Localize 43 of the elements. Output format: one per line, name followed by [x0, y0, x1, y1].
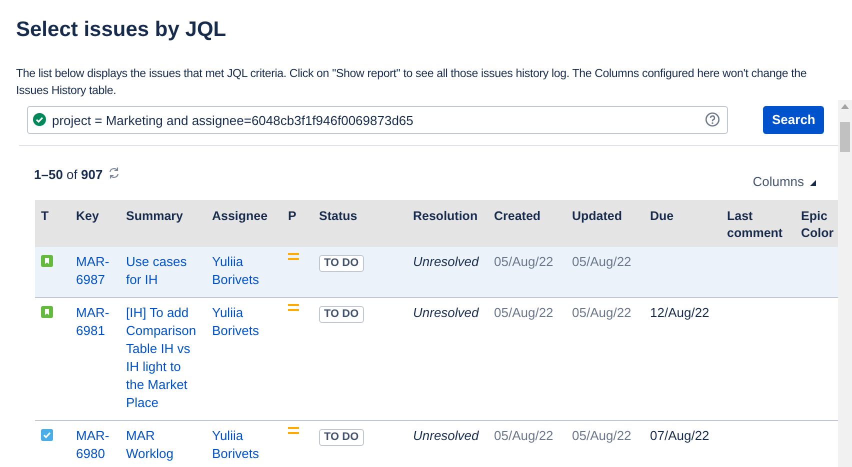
status-lozenge: TO DO: [319, 429, 364, 446]
summary-link[interactable]: Use cases for IH: [126, 253, 200, 289]
issue-key-link[interactable]: MAR-6980: [76, 427, 114, 463]
date-text: 05/Aug/22: [572, 254, 632, 269]
column-header[interactable]: Last comment: [727, 208, 789, 242]
page-title: Select issues by JQL: [16, 17, 228, 43]
column-header[interactable]: Assignee: [212, 208, 276, 225]
issue-key-link[interactable]: MAR-6981: [76, 304, 114, 340]
column-header[interactable]: P: [288, 208, 307, 225]
description-text: The list below displays the issues that met JQL criteria. Click on "Show report" to see all those issues history log. The Columns configured here won't change the Issues History table.: [16, 66, 808, 99]
issue-key-link[interactable]: MAR-6987: [76, 253, 114, 289]
summary-link[interactable]: MAR Worklog: [126, 427, 200, 463]
due-date-text: 12/Aug/22: [650, 305, 710, 320]
date-text: 05/Aug/22: [494, 254, 554, 269]
resolution-text: Unresolved: [413, 305, 479, 320]
column-header[interactable]: Key: [76, 208, 114, 225]
jql-field[interactable]: project = Marketing and assignee=6048cb3f1f946f0069873d65: [27, 106, 728, 134]
columns-button[interactable]: Columns: [752, 172, 816, 191]
assignee-link[interactable]: Yuliia Borivets: [212, 304, 276, 340]
resolution-text: Unresolved: [413, 428, 479, 443]
column-header[interactable]: Due: [650, 208, 715, 225]
status-lozenge: TO DO: [319, 306, 364, 323]
column-header[interactable]: Created: [494, 208, 560, 225]
column-header[interactable]: Epic Color: [801, 208, 832, 242]
date-text: 05/Aug/22: [572, 305, 632, 320]
assignee-link[interactable]: Yuliia Borivets: [212, 427, 276, 463]
issue-row[interactable]: MAR-6987 Use cases for IH Yuliia Borivets TO DO Unresolved 05/Aug/22 05/Aug/22: [35, 247, 838, 298]
date-text: 05/Aug/22: [494, 305, 554, 320]
column-header[interactable]: Resolution: [413, 208, 482, 225]
column-header[interactable]: Updated: [572, 208, 638, 225]
column-header[interactable]: Summary: [126, 208, 200, 225]
assignee-link[interactable]: Yuliia Borivets: [212, 253, 276, 289]
column-header[interactable]: Status: [319, 208, 401, 225]
date-text: 05/Aug/22: [572, 428, 632, 443]
due-date-text: 07/Aug/22: [650, 428, 710, 443]
date-text: 05/Aug/22: [494, 428, 554, 443]
resolution-text: Unresolved: [413, 254, 479, 269]
result-count: 1–50 of 907: [34, 166, 103, 184]
summary-link[interactable]: [IH] To add Comparison Table IH vs IH light to the Market Place: [126, 304, 200, 412]
search-button[interactable]: Search: [763, 106, 824, 134]
status-lozenge: TO DO: [319, 255, 364, 272]
column-header[interactable]: T: [41, 208, 64, 225]
issue-row[interactable]: MAR-6981 [IH] To add Comparison Table IH vs IH light to the Market Place Yuliia Borivets TO DO Unresolved 05/Aug/22 05/Aug/22 12/Aug/22: [35, 298, 838, 420]
